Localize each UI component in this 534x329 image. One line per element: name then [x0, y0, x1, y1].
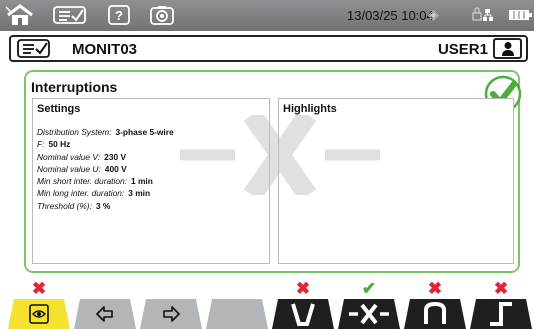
setting-value: 3-phase 5-wire — [115, 127, 174, 137]
highlights-title: Highlights — [283, 103, 337, 115]
status-error-icon: ✖ — [31, 279, 47, 298]
checklist-icon[interactable] — [17, 39, 51, 63]
highlights-section: Highlights — [278, 98, 514, 264]
status-error-icon: ✖ — [295, 279, 311, 298]
page-title: MONIT03 — [72, 41, 138, 58]
user-icon[interactable] — [493, 38, 522, 59]
battery-icon — [509, 10, 532, 20]
status-error-icon: ✖ — [427, 279, 443, 298]
function-key-next[interactable] — [140, 299, 202, 329]
setting-label: Min short inter. duration: — [37, 176, 127, 187]
setting-row: Min long inter. duration: 3 min — [37, 187, 174, 199]
setting-row: Distribution System: 3-phase 5-wire — [37, 126, 174, 138]
setting-value: 230 V — [104, 151, 127, 162]
settings-section: Settings Distribution System: 3-phase 5-w… — [32, 98, 270, 264]
transient-icon — [487, 302, 515, 326]
settings-title: Settings — [37, 103, 81, 115]
function-key-blank[interactable] — [206, 299, 268, 329]
function-status-row: ✖ ✖ ✔ ✖ ✖ — [0, 280, 534, 298]
function-key-transient[interactable] — [470, 299, 532, 329]
setting-row: Threshold (%): 3 % — [37, 200, 174, 212]
header-bar: MONIT03 USER1 — [9, 35, 528, 62]
eye-icon — [28, 303, 50, 325]
setting-row: Nominal value V: 230 V — [37, 151, 174, 163]
function-key-previous[interactable] — [74, 299, 136, 329]
function-key-dip[interactable] — [272, 299, 334, 329]
datetime: 13/03/25 10:04 — [347, 8, 434, 23]
sync-icon: ◈ — [428, 6, 439, 22]
setting-label: F: — [37, 139, 45, 150]
svg-text:?: ? — [115, 8, 123, 23]
settings-list: Distribution System: 3-phase 5-wire F: 50 H… — [37, 126, 174, 212]
setting-label: Nominal value U: — [37, 163, 101, 174]
setting-value: 1 min — [131, 176, 153, 187]
status-error-icon: ✖ — [493, 279, 509, 298]
setting-label: Distribution System: — [37, 127, 112, 137]
home-icon[interactable] — [2, 4, 38, 26]
interruption-icon — [347, 302, 391, 326]
function-key-view[interactable] — [8, 299, 70, 329]
setting-label: Nominal value V: — [37, 151, 101, 162]
arrow-left-icon — [94, 303, 116, 325]
setting-label: Min long inter. duration: — [37, 188, 125, 199]
help-icon[interactable]: ? — [107, 4, 131, 26]
camera-icon[interactable] — [149, 4, 175, 26]
arrow-right-icon — [160, 303, 182, 325]
status-bar: ? 13/03/25 10:04 ◈ — [0, 0, 534, 31]
dip-icon — [289, 302, 317, 326]
setting-row: F: 50 Hz — [37, 138, 174, 150]
setting-row: Min short inter. duration: 1 min — [37, 175, 174, 187]
interruptions-panel: Interruptions Settings Distribution Syst… — [24, 70, 522, 273]
user-name: USER1 — [437, 41, 488, 58]
function-key-interruption[interactable] — [338, 299, 400, 329]
function-key-bar — [0, 299, 534, 329]
setting-value: 50 Hz — [48, 139, 71, 150]
status-ok-icon: ✔ — [361, 279, 377, 298]
checklist-icon[interactable] — [52, 4, 88, 26]
setting-value: 400 V — [104, 163, 127, 174]
setting-label: Threshold (%): — [37, 200, 92, 211]
function-key-swell[interactable] — [404, 299, 466, 329]
lock-icon — [472, 7, 482, 21]
network-icon — [483, 9, 493, 21]
setting-value: 3 min — [128, 188, 151, 199]
setting-value: 3 % — [95, 200, 111, 211]
setting-row: Nominal value U: 400 V — [37, 163, 174, 175]
panel-title: Interruptions — [31, 79, 118, 95]
swell-icon — [421, 302, 449, 326]
